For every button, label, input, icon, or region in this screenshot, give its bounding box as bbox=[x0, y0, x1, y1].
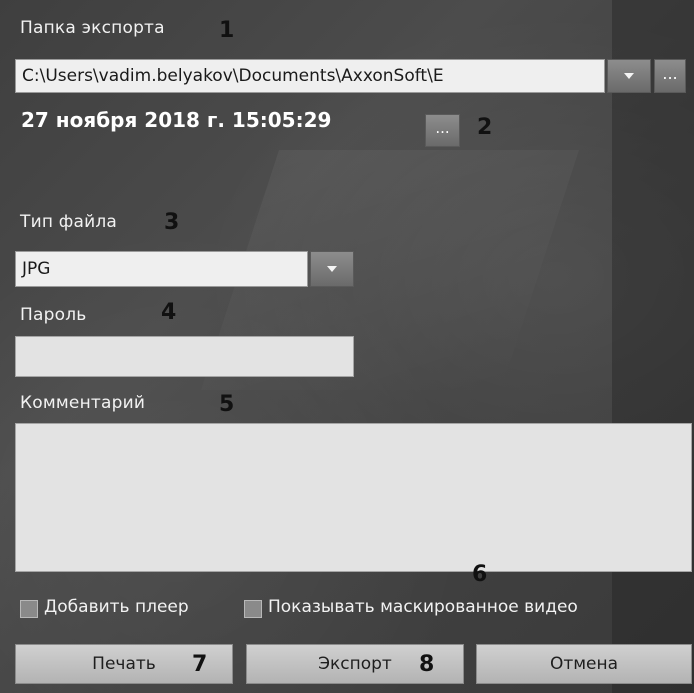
show-masked-video-checkbox[interactable] bbox=[244, 600, 262, 618]
file-type-dropdown-button[interactable] bbox=[310, 251, 354, 287]
password-label: Пароль bbox=[20, 305, 87, 325]
annotation-marker-7: 7 bbox=[192, 652, 208, 677]
chevron-down-icon bbox=[327, 266, 337, 272]
comment-label: Комментарий bbox=[20, 393, 146, 413]
add-player-checkbox[interactable] bbox=[20, 600, 38, 618]
file-type-label: Тип файла bbox=[20, 212, 118, 232]
annotation-marker-8: 8 bbox=[419, 652, 435, 677]
add-player-label: Добавить плеер bbox=[44, 597, 189, 617]
background-edge bbox=[612, 0, 694, 693]
cancel-button-label: Отмена bbox=[549, 654, 619, 674]
file-type-select[interactable]: JPG bbox=[15, 251, 308, 287]
cancel-button[interactable]: Отмена bbox=[476, 644, 692, 684]
password-input[interactable] bbox=[15, 336, 354, 377]
timestamp-edit-button[interactable]: ... bbox=[425, 114, 460, 147]
export-dialog: Папка экспорта 1 C:\Users\vadim.belyakov… bbox=[0, 0, 694, 693]
export-folder-label: Папка экспорта bbox=[20, 18, 165, 38]
show-masked-video-label: Показывать маскированное видео bbox=[268, 597, 578, 617]
annotation-marker-1: 1 bbox=[219, 18, 235, 43]
export-folder-path-field[interactable]: C:\Users\vadim.belyakov\Documents\AxxonS… bbox=[15, 59, 605, 93]
annotation-marker-4: 4 bbox=[161, 300, 177, 325]
annotation-marker-5: 5 bbox=[219, 392, 235, 417]
chevron-down-icon bbox=[624, 73, 634, 79]
annotation-marker-3: 3 bbox=[164, 210, 180, 235]
export-timestamp: 27 ноября 2018 г. 15:05:29 bbox=[21, 108, 332, 132]
annotation-marker-2: 2 bbox=[477, 115, 493, 140]
print-button-label: Печать bbox=[92, 654, 156, 674]
export-folder-browse-button[interactable]: ... bbox=[654, 59, 686, 93]
comment-textarea[interactable] bbox=[15, 423, 692, 572]
annotation-marker-6: 6 bbox=[472, 562, 488, 587]
export-folder-dropdown-button[interactable] bbox=[607, 59, 651, 93]
export-button-label: Экспорт bbox=[318, 654, 392, 674]
